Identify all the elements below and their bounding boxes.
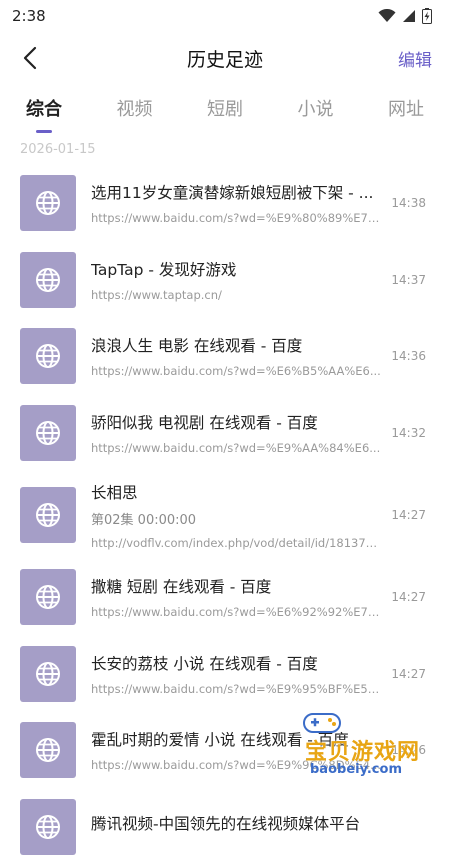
edit-button[interactable]: 编辑 <box>398 46 432 71</box>
item-url: https://www.baidu.com/s?wd=%E9%80%89%E7%… <box>91 211 382 225</box>
item-url: https://www.baidu.com/s?wd=%E6%92%92%E7%… <box>91 605 382 619</box>
item-title: 浪浪人生 电影 在线观看 - 百度 <box>91 334 382 356</box>
item-title: 长安的荔枝 小说 在线观看 - 百度 <box>91 652 382 674</box>
globe-icon <box>35 814 61 840</box>
item-thumbnail <box>20 569 76 625</box>
item-thumbnail <box>20 328 76 384</box>
site-watermark: 宝贝游戏网 baobeiy.com <box>290 708 420 786</box>
item-time: 14:32 <box>391 426 426 440</box>
page-title: 历史足迹 <box>0 45 450 72</box>
item-url: https://www.baidu.com/s?wd=%E9%95%BF%E5%… <box>91 682 382 696</box>
item-url: https://www.baidu.com/s?wd=%E6%B5%AA%E6.… <box>91 364 382 378</box>
history-item[interactable]: 选用11岁女童演替嫁新娘短剧被下架 - ... https://www.baid… <box>0 165 450 242</box>
globe-icon <box>35 737 61 763</box>
globe-icon <box>35 502 61 528</box>
item-thumbnail <box>20 405 76 461</box>
back-button[interactable] <box>12 40 48 76</box>
item-time: 14:27 <box>391 508 426 522</box>
item-thumbnail <box>20 487 76 543</box>
item-title: 选用11岁女童演替嫁新娘短剧被下架 - ... <box>91 181 382 203</box>
globe-icon <box>35 420 61 446</box>
tab-label: 小说 <box>298 99 334 120</box>
signal-icon <box>402 9 416 23</box>
back-arrow-icon <box>22 46 38 70</box>
item-episode-progress: 第02集 00:00:00 <box>91 509 382 528</box>
item-title: 长相思 <box>91 481 382 503</box>
status-icons <box>378 8 432 24</box>
tab-all[interactable]: 综合 <box>26 89 62 127</box>
item-thumbnail <box>20 646 76 702</box>
globe-icon <box>35 584 61 610</box>
item-time: 14:27 <box>391 590 426 604</box>
top-bar: 历史足迹 编辑 <box>0 32 450 84</box>
history-item[interactable]: TapTap - 发现好游戏 https://www.taptap.cn/ 14… <box>0 242 450 319</box>
tab-label: 网址 <box>388 99 424 120</box>
history-item[interactable]: 浪浪人生 电影 在线观看 - 百度 https://www.baidu.com/… <box>0 318 450 395</box>
item-thumbnail <box>20 799 76 855</box>
history-item[interactable]: 骄阳似我 电视剧 在线观看 - 百度 https://www.baidu.com… <box>0 395 450 472</box>
item-title: 骄阳似我 电视剧 在线观看 - 百度 <box>91 411 382 433</box>
item-time: 14:36 <box>391 349 426 363</box>
gamepad-icon <box>300 708 344 736</box>
item-time: 14:27 <box>391 667 426 681</box>
battery-icon <box>422 8 432 24</box>
tab-novel[interactable]: 小说 <box>298 89 334 127</box>
item-url: https://www.taptap.cn/ <box>91 288 382 302</box>
item-url: http://vodflv.com/index.php/vod/detail/i… <box>91 536 382 550</box>
item-thumbnail <box>20 252 76 308</box>
tab-video[interactable]: 视频 <box>117 89 153 127</box>
item-time: 14:37 <box>391 273 426 287</box>
watermark-domain: baobeiy.com <box>310 762 402 777</box>
item-title: 撒糖 短剧 在线观看 - 百度 <box>91 575 382 597</box>
category-tabs: 综合 视频 短剧 小说 网址 <box>0 84 450 132</box>
tab-label: 综合 <box>26 99 62 120</box>
tab-website[interactable]: 网址 <box>388 89 424 127</box>
globe-icon <box>35 343 61 369</box>
item-thumbnail <box>20 175 76 231</box>
history-item[interactable]: 长相思 第02集 00:00:00 http://vodflv.com/inde… <box>0 471 450 559</box>
tab-label: 短剧 <box>207 99 243 120</box>
tab-label: 视频 <box>117 99 153 120</box>
globe-icon <box>35 267 61 293</box>
history-item[interactable]: 撒糖 短剧 在线观看 - 百度 https://www.baidu.com/s?… <box>0 559 450 636</box>
globe-icon <box>35 190 61 216</box>
item-title: 腾讯视频-中国领先的在线视频媒体平台 <box>91 812 382 834</box>
item-time: 14:38 <box>391 196 426 210</box>
status-time: 2:38 <box>12 7 46 25</box>
item-thumbnail <box>20 722 76 778</box>
globe-icon <box>35 661 61 687</box>
status-bar: 2:38 <box>0 0 450 32</box>
history-item[interactable]: 长安的荔枝 小说 在线观看 - 百度 https://www.baidu.com… <box>0 636 450 713</box>
date-group-label: 2026-01-15 <box>20 142 450 157</box>
item-url: https://www.baidu.com/s?wd=%E9%AA%84%E6.… <box>91 441 382 455</box>
tab-short-drama[interactable]: 短剧 <box>207 89 243 127</box>
tab-active-indicator <box>36 130 52 133</box>
item-title: TapTap - 发现好游戏 <box>91 258 382 280</box>
wifi-icon <box>378 9 396 23</box>
